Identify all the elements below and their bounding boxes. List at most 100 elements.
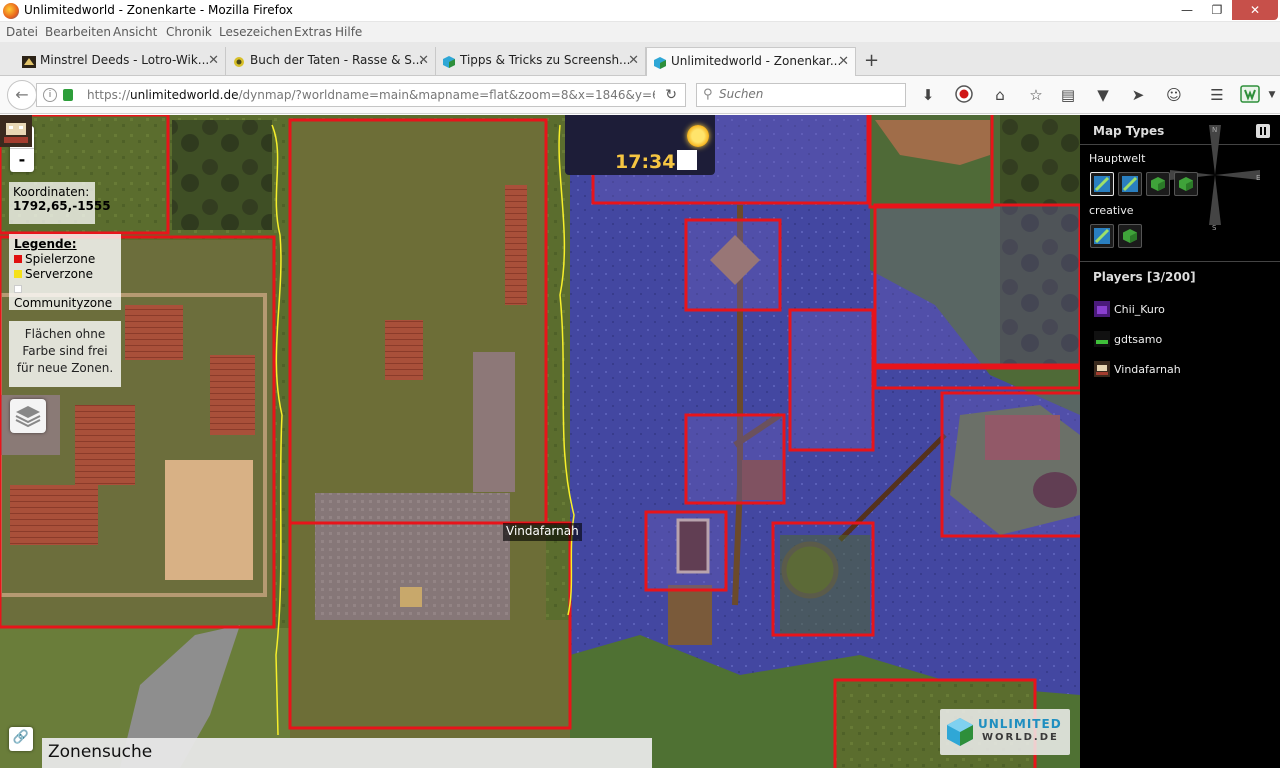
tab-unlimitedworld-zonenkarte[interactable]: Unlimitedworld - Zonenkar... ✕ — [646, 47, 856, 76]
dynmap-map[interactable]: + - Koordinaten: 1792,65,-1555 Legende: … — [0, 115, 1080, 768]
free-info-line: Farbe sind frei — [22, 344, 108, 358]
url-text[interactable]: https://unlimitedworld.de/dynmap/?worldn… — [87, 88, 655, 102]
menu-chronik[interactable]: Chronik — [166, 25, 212, 39]
flat-map-icon — [1094, 176, 1110, 192]
legend-item-serverzone: Serverzone — [14, 267, 116, 281]
maptype-hauptwelt-3d[interactable] — [1174, 172, 1198, 196]
player-avatar-icon[interactable] — [0, 115, 32, 147]
surface-map-icon — [1122, 176, 1138, 192]
search-input[interactable] — [719, 87, 899, 101]
sidebar-divider — [1080, 144, 1280, 145]
tab-label: Unlimitedworld - Zonenkar... — [671, 54, 842, 68]
player-avatar-icon — [1094, 361, 1110, 377]
unlimitedworld-logo: UNLIMITED WORLD.DE — [940, 709, 1070, 755]
cube-favicon-icon — [443, 56, 455, 68]
moon-icon — [677, 150, 697, 170]
sun-icon — [687, 125, 709, 147]
free-info-line: für neue Zonen. — [16, 361, 114, 375]
tab-close-icon[interactable]: ✕ — [208, 53, 219, 68]
link-icon[interactable]: 🔗 — [9, 727, 33, 751]
site-info-icon[interactable]: i — [43, 88, 57, 102]
day-time-clock: 17:34 — [565, 115, 715, 175]
search-bar[interactable]: ⚲ — [696, 83, 906, 107]
url-bar[interactable]: i https://unlimitedworld.de/dynmap/?worl… — [36, 83, 686, 107]
zone-search-bar[interactable]: Zonensuche — [42, 738, 652, 768]
compass-s-label: S — [1212, 224, 1217, 230]
close-window-icon[interactable]: ✕ — [1232, 0, 1278, 20]
lotro-ring-favicon-icon — [234, 57, 244, 67]
record-icon[interactable] — [954, 85, 974, 105]
tab-buch-der-taten[interactable]: Buch der Taten - Rasse & S... ✕ — [226, 47, 436, 76]
cube-map-icon — [1179, 177, 1193, 191]
cube-map-icon — [1151, 177, 1165, 191]
menu-bar: Datei Bearbeiten Ansicht Chronik Lesezei… — [0, 22, 1280, 42]
logo-cube-icon — [947, 718, 973, 746]
home-icon[interactable]: ⌂ — [990, 85, 1010, 105]
legend-item-spielerzone: Spielerzone — [14, 252, 116, 266]
maptype-hauptwelt-cave[interactable] — [1146, 172, 1170, 196]
legend-swatch — [14, 285, 22, 293]
lock-icon[interactable] — [63, 89, 73, 101]
legend-title: Legende: — [14, 237, 77, 251]
search-icon: ⚲ — [703, 87, 713, 102]
tab-label: Minstrel Deeds - Lotro-Wik... — [40, 53, 210, 67]
player-name: gdtsamo — [1114, 333, 1163, 346]
zoom-out-button[interactable]: - — [10, 149, 34, 172]
tab-label: Buch der Taten - Rasse & S... — [250, 53, 424, 67]
reading-list-icon[interactable]: ▤ — [1058, 85, 1078, 105]
restore-icon[interactable]: ❐ — [1202, 0, 1232, 20]
bookmark-star-icon[interactable]: ☆ — [1026, 85, 1046, 105]
legend-panel: Legende: Spielerzone Serverzone Communit… — [9, 234, 121, 310]
menu-datei[interactable]: Datei — [6, 25, 38, 39]
map-tiles[interactable] — [0, 115, 1080, 768]
minimize-icon[interactable]: — — [1172, 0, 1202, 20]
free-info-line: Flächen ohne — [24, 327, 106, 341]
download-icon[interactable]: ⬇ — [918, 85, 938, 105]
clock-time: 17:34 — [615, 151, 676, 173]
pause-icon[interactable] — [1256, 124, 1270, 138]
coordinates-label: Koordinaten: — [13, 185, 90, 199]
extension-icon[interactable] — [1240, 85, 1260, 105]
reload-icon[interactable]: ↻ — [665, 87, 677, 103]
menu-hilfe[interactable]: Hilfe — [335, 25, 362, 39]
menu-bearbeiten[interactable]: Bearbeiten — [45, 25, 111, 39]
coordinates-value: 1792,65,-1555 — [13, 199, 111, 213]
tab-close-icon[interactable]: ✕ — [628, 53, 639, 68]
lotro-favicon-icon — [22, 56, 36, 68]
map-types-title: Map Types — [1093, 124, 1165, 138]
cube-favicon-icon — [654, 57, 666, 69]
logo-line-2: WORLD.DE — [982, 732, 1059, 743]
free-area-info: Flächen ohne Farbe sind frei für neue Zo… — [9, 321, 121, 387]
hamburger-menu-icon[interactable]: ☰ — [1207, 85, 1227, 105]
map-sidebar: Map Types N E S Hauptwelt creative Playe… — [1080, 115, 1280, 768]
players-title: Players [3/200] — [1093, 270, 1196, 284]
tab-tipps-tricks[interactable]: Tipps & Tricks zu Screensh... ✕ — [436, 47, 646, 76]
tab-close-icon[interactable]: ✕ — [838, 54, 849, 69]
legend-swatch — [14, 270, 22, 278]
maptype-creative-flat[interactable] — [1090, 224, 1114, 248]
player-name-label[interactable]: Vindafarnah — [503, 523, 582, 541]
maptype-hauptwelt-surface[interactable] — [1118, 172, 1142, 196]
pocket-icon[interactable]: ▼ — [1093, 85, 1113, 105]
maptype-hauptwelt-flat[interactable] — [1090, 172, 1114, 196]
tab-minstrel-deeds[interactable]: Minstrel Deeds - Lotro-Wik... ✕ — [16, 47, 226, 76]
menu-ansicht[interactable]: Ansicht — [113, 25, 157, 39]
legend-item-communityzone: Communityzone — [14, 282, 116, 310]
world-hauptwelt-label: Hauptwelt — [1089, 152, 1146, 165]
world-creative-label: creative — [1089, 204, 1134, 217]
extension-dropdown-icon[interactable]: ▼ — [1262, 85, 1280, 105]
layers-icon[interactable] — [10, 399, 46, 433]
chat-icon[interactable]: ☺ — [1164, 85, 1184, 105]
new-tab-icon[interactable]: + — [864, 50, 879, 71]
maptype-creative-3d[interactable] — [1118, 224, 1142, 248]
navigation-bar: ← i https://unlimitedworld.de/dynmap/?wo… — [0, 76, 1280, 114]
menu-lesezeichen[interactable]: Lesezeichen — [219, 25, 293, 39]
tab-bar: Minstrel Deeds - Lotro-Wik... ✕ Buch der… — [0, 42, 1280, 76]
menu-extras[interactable]: Extras — [294, 25, 332, 39]
send-icon[interactable]: ➤ — [1128, 85, 1148, 105]
compass-e-label: E — [1256, 174, 1260, 182]
back-arrow-icon[interactable]: ← — [7, 80, 37, 110]
player-name: Vindafarnah — [1114, 363, 1181, 376]
tab-close-icon[interactable]: ✕ — [418, 53, 429, 68]
flat-map-icon — [1094, 228, 1110, 244]
